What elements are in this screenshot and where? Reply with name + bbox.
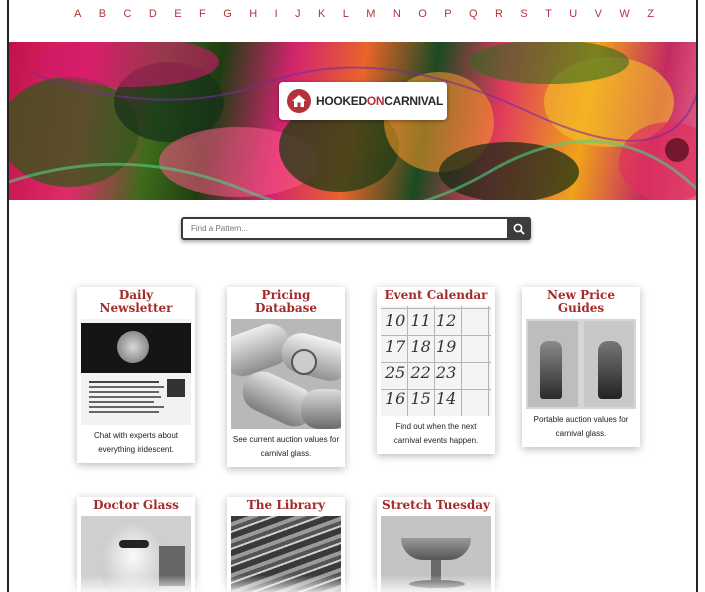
card-description: Find out when the next carnival events h… (393, 422, 479, 445)
alpha-link-u[interactable]: U (569, 8, 577, 26)
alpha-link-o[interactable]: O (418, 8, 427, 26)
calendar-image: 10 11 12 17 18 19 25 22 23 16 15 14 (381, 306, 491, 416)
search-input[interactable] (183, 219, 507, 238)
site-logo[interactable]: HOOKEDONCARNIVAL (279, 82, 447, 120)
calendar-number: 19 (435, 337, 457, 356)
alpha-link-v[interactable]: V (595, 8, 602, 26)
alpha-link-n[interactable]: N (393, 8, 401, 26)
alpha-link-q[interactable]: Q (469, 8, 478, 26)
calendar-number: 11 (410, 311, 431, 330)
alpha-link-w[interactable]: W (619, 8, 629, 26)
card-title: Stretch Tuesday (382, 498, 490, 512)
alpha-link-z[interactable]: Z (647, 8, 654, 26)
calendar-number: 18 (410, 337, 431, 356)
calendar-number: 25 (385, 363, 406, 382)
alpha-link-a[interactable]: A (74, 8, 81, 26)
page-frame: A B C D E F G H I J K L M N O P Q R S T … (7, 0, 698, 592)
alpha-link-s[interactable]: S (520, 8, 527, 26)
card-title: Daily Newsletter (99, 288, 173, 315)
card-title: Doctor Glass (93, 498, 179, 512)
newsletter-thumbnail (81, 319, 191, 425)
alpha-link-p[interactable]: P (444, 8, 451, 26)
card-pricing-database[interactable]: Pricing Database See current auction val… (227, 287, 345, 467)
calendar-number: 23 (435, 363, 457, 382)
alpha-link-b[interactable]: B (99, 8, 106, 26)
hero-banner: HOOKEDONCARNIVAL (9, 42, 696, 200)
card-description: Portable auction values for carnival gla… (533, 415, 629, 438)
alpha-link-h[interactable]: H (249, 8, 257, 26)
alpha-link-l[interactable]: L (343, 8, 349, 26)
card-new-price-guides[interactable]: New Price Guides Portable auction values… (522, 287, 640, 447)
card-title: New Price Guides (547, 288, 615, 315)
calendar-number: 14 (435, 389, 457, 408)
calendar-number: 16 (385, 389, 406, 408)
alpha-link-j[interactable]: J (295, 8, 301, 26)
alpha-link-f[interactable]: F (199, 8, 206, 26)
alpha-link-d[interactable]: D (149, 8, 157, 26)
logo-wordmark: HOOKEDONCARNIVAL (316, 94, 443, 108)
card-title: Pricing Database (254, 288, 318, 315)
card-description: See current auction values for carnival … (232, 435, 340, 458)
alpha-link-i[interactable]: I (275, 8, 278, 26)
card-daily-newsletter[interactable]: Daily Newsletter Chat with experts about… (77, 287, 195, 463)
alpha-link-g[interactable]: G (223, 8, 232, 26)
calendar-number: 10 (385, 311, 406, 330)
card-description: Chat with experts about everything iride… (93, 431, 179, 454)
alpha-link-c[interactable]: C (124, 8, 132, 26)
calendar-number: 22 (410, 363, 431, 382)
alpha-link-t[interactable]: T (545, 8, 552, 26)
alpha-link-m[interactable]: M (366, 8, 375, 26)
calendar-number: 12 (435, 311, 457, 330)
search-button[interactable] (507, 217, 531, 240)
calendar-number: 15 (410, 389, 431, 408)
money-rolls-image (231, 319, 341, 429)
pattern-search (181, 217, 531, 240)
alpha-link-e[interactable]: E (174, 8, 181, 26)
calendar-number: 17 (385, 337, 406, 356)
alpha-link-k[interactable]: K (318, 8, 325, 26)
bottom-fade (9, 575, 696, 592)
card-title: Event Calendar (384, 288, 488, 302)
card-title: The Library (246, 498, 326, 512)
house-logo-icon (287, 89, 311, 113)
card-event-calendar[interactable]: Event Calendar 10 11 12 17 18 19 25 22 2… (377, 287, 495, 454)
price-guides-image (526, 319, 636, 409)
alpha-link-r[interactable]: R (495, 8, 503, 26)
alphabet-nav: A B C D E F G H I J K L M N O P Q R S T … (74, 8, 654, 26)
search-icon (513, 223, 525, 235)
carnival-glass-image (9, 42, 696, 200)
